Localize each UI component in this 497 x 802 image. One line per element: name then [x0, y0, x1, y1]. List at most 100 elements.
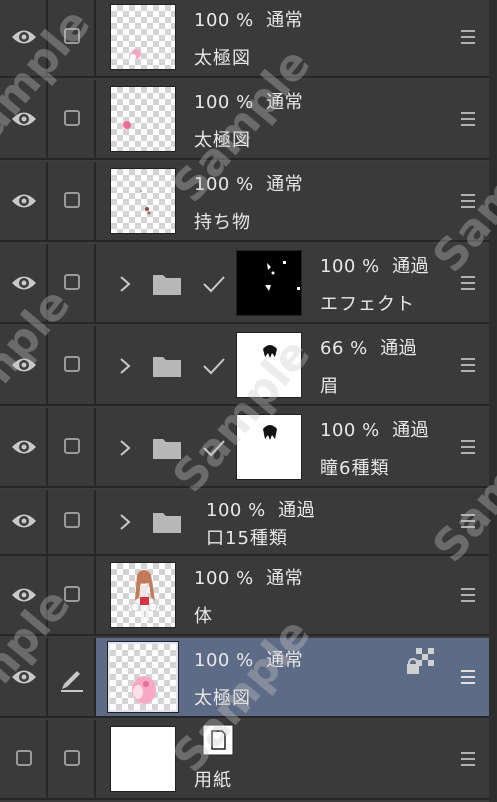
menu-icon[interactable] [461, 752, 475, 766]
layer-row[interactable]: 100 % 通常 持ち物 [0, 162, 489, 242]
layer-row[interactable]: 100 % 通常 太極図 [0, 0, 489, 78]
check-icon[interactable] [202, 356, 226, 376]
checkbox-icon[interactable] [64, 28, 80, 44]
layer-row[interactable]: 100 % 通過 エフェクト [0, 244, 489, 324]
layer-row[interactable]: 100 % 通常 太極図 [0, 80, 489, 160]
checkbox-icon[interactable] [64, 438, 80, 454]
lock-cell[interactable] [48, 162, 96, 240]
lock-transparency-icon[interactable] [406, 646, 436, 676]
lock-cell[interactable] [48, 720, 96, 798]
menu-icon[interactable] [461, 30, 475, 44]
layer-main[interactable]: 100 % 通過 エフェクト [96, 244, 489, 322]
layer-main[interactable]: 100 % 通過 瞳6種類 [96, 408, 489, 486]
layer-main[interactable]: 100 % 通常 太極図 [96, 80, 489, 158]
layer-opacity-blend: 100 % 通常 [194, 10, 304, 31]
layer-row[interactable]: 100 % 通過 口15種類 [0, 490, 489, 556]
layer-row[interactable]: 100 % 通過 瞳6種類 [0, 408, 489, 488]
layer-opacity-blend: 100 % 通過 [320, 420, 430, 441]
lock-cell[interactable] [48, 244, 96, 322]
lock-cell[interactable] [48, 80, 96, 158]
paper-icon [202, 724, 234, 756]
layer-name: 体 [194, 606, 213, 627]
eye-icon[interactable] [11, 190, 37, 212]
visibility-cell[interactable] [0, 720, 48, 798]
eye-icon[interactable] [11, 584, 37, 606]
layer-thumbnail [110, 86, 176, 152]
visibility-cell[interactable] [0, 244, 48, 322]
checkbox-icon[interactable] [16, 750, 32, 766]
menu-icon[interactable] [461, 112, 475, 126]
pink-blob-icon [132, 676, 156, 704]
pink-blob-icon [123, 121, 131, 129]
layer-opacity-blend: 66 % 通過 [320, 338, 418, 359]
hair-silhouette-icon [263, 425, 277, 440]
visibility-cell[interactable] [0, 490, 48, 554]
chevron-right-icon[interactable] [118, 438, 132, 458]
visibility-cell[interactable] [0, 638, 48, 716]
check-icon[interactable] [202, 438, 226, 458]
folder-icon [153, 357, 181, 377]
layer-row[interactable]: 66 % 通過 眉 [0, 326, 489, 406]
chevron-right-icon[interactable] [118, 512, 132, 532]
layer-opacity-blend: 100 % 通過 [206, 500, 316, 521]
eye-icon[interactable] [11, 510, 37, 532]
checkbox-icon[interactable] [64, 586, 80, 602]
lock-cell[interactable] [48, 408, 96, 486]
visibility-cell[interactable] [0, 556, 48, 634]
layer-row[interactable]: 用紙 [0, 720, 489, 800]
menu-icon[interactable] [461, 194, 475, 208]
visibility-cell[interactable] [0, 162, 48, 240]
checkbox-icon[interactable] [64, 750, 80, 766]
eye-icon[interactable] [11, 108, 37, 130]
eye-icon[interactable] [11, 26, 37, 48]
layer-row[interactable]: 100 % 通常 体 [0, 556, 489, 636]
visibility-cell[interactable] [0, 326, 48, 404]
lock-cell[interactable] [48, 490, 96, 554]
menu-icon[interactable] [461, 670, 475, 684]
layer-main[interactable]: 100 % 通常 太極図 [96, 0, 489, 76]
eye-icon[interactable] [11, 666, 37, 688]
layer-opacity-blend: 100 % 通過 [320, 256, 430, 277]
layer-row-selected[interactable]: 100 % 通常 太極図 [0, 638, 489, 718]
visibility-cell[interactable] [0, 408, 48, 486]
effect-marks-icon [265, 261, 300, 291]
visibility-cell[interactable] [0, 80, 48, 158]
layer-name: エフェクト [320, 294, 415, 315]
layer-main[interactable]: 100 % 通常 太極図 [96, 638, 489, 716]
layer-main[interactable]: 用紙 [96, 720, 489, 798]
chevron-right-icon[interactable] [118, 274, 132, 294]
eye-icon[interactable] [11, 354, 37, 376]
menu-icon[interactable] [461, 276, 475, 290]
folder-icon [153, 275, 181, 295]
checkbox-icon[interactable] [64, 192, 80, 208]
checkbox-icon[interactable] [64, 356, 80, 372]
layer-main[interactable]: 100 % 通常 持ち物 [96, 162, 489, 240]
layer-main[interactable]: 100 % 通過 口15種類 [96, 490, 489, 554]
layer-name: 太極図 [194, 688, 251, 709]
layer-mask-thumbnail [236, 250, 302, 316]
layer-mask-thumbnail [236, 414, 302, 480]
layer-main[interactable]: 66 % 通過 眉 [96, 326, 489, 404]
layer-thumbnail [110, 562, 176, 628]
layer-main[interactable]: 100 % 通常 体 [96, 556, 489, 634]
checkbox-icon[interactable] [64, 512, 80, 528]
layer-mask-thumbnail [236, 332, 302, 398]
pen-icon[interactable] [58, 664, 86, 692]
lock-cell[interactable] [48, 0, 96, 76]
visibility-cell[interactable] [0, 0, 48, 76]
edit-target-cell[interactable] [48, 638, 96, 716]
checkbox-icon[interactable] [64, 274, 80, 290]
eye-icon[interactable] [11, 436, 37, 458]
scrollbar[interactable] [489, 0, 497, 802]
eye-icon[interactable] [11, 272, 37, 294]
menu-icon[interactable] [461, 514, 475, 528]
lock-cell[interactable] [48, 556, 96, 634]
lock-cell[interactable] [48, 326, 96, 404]
check-icon[interactable] [202, 274, 226, 294]
menu-icon[interactable] [461, 588, 475, 602]
checkbox-icon[interactable] [64, 110, 80, 126]
chevron-right-icon[interactable] [118, 356, 132, 376]
menu-icon[interactable] [461, 440, 475, 454]
layer-thumbnail [107, 641, 179, 713]
menu-icon[interactable] [461, 358, 475, 372]
